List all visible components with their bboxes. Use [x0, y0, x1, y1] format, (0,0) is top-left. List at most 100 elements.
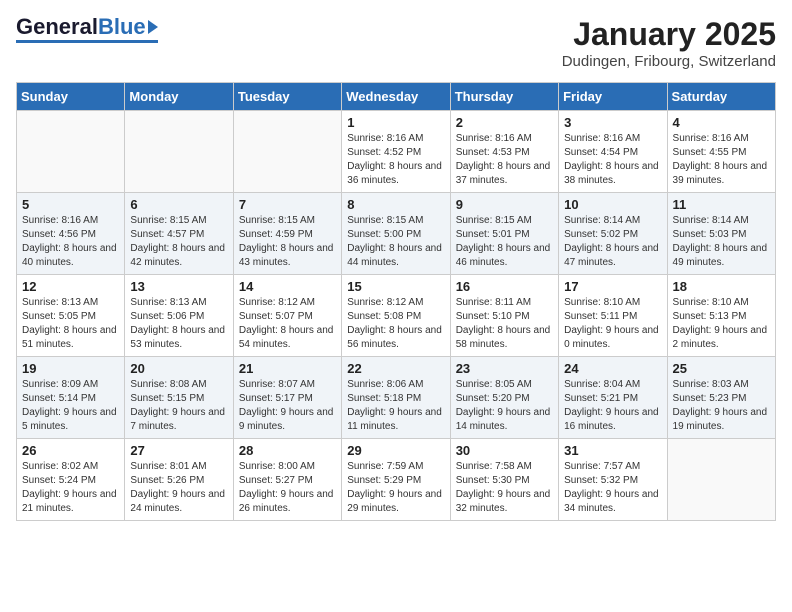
day-of-week-header: Friday: [559, 83, 667, 111]
page-header: General Blue January 2025 Dudingen, Frib…: [16, 16, 776, 70]
calendar-day-cell: 1Sunrise: 8:16 AM Sunset: 4:52 PM Daylig…: [342, 111, 450, 193]
day-number: 24: [564, 361, 661, 376]
day-number: 23: [456, 361, 553, 376]
day-info: Sunrise: 8:15 AM Sunset: 5:01 PM Dayligh…: [456, 214, 553, 270]
day-number: 2: [456, 115, 553, 130]
calendar-day-cell: 10 Sunrise: 8:14 AM Sunset: 5:02 PM Dayli…: [559, 193, 667, 275]
day-of-week-header: Wednesday: [342, 83, 450, 111]
day-number: 1: [347, 115, 444, 130]
day-number: 27: [130, 443, 227, 458]
calendar-day-cell: 23 Sunrise: 8:05 AM Sunset: 5:20 PM Dayli…: [450, 357, 558, 439]
calendar-day-cell: 29 Sunrise: 7:59 AM Sunset: 5:29 PM Dayli…: [342, 439, 450, 521]
logo-blue-text: Blue: [98, 16, 146, 38]
calendar-day-cell: [17, 111, 125, 193]
day-number: 5: [22, 197, 119, 212]
day-info: Sunrise: 8:09 AM Sunset: 5:14 PM Dayligh…: [22, 378, 119, 434]
day-info: Sunrise: 8:15 AM Sunset: 4:59 PM Dayligh…: [239, 214, 336, 270]
calendar-week-row: 1Sunrise: 8:16 AM Sunset: 4:52 PM Daylig…: [17, 111, 776, 193]
calendar-day-cell: 4 Sunrise: 8:16 AM Sunset: 4:55 PM Daylig…: [667, 111, 775, 193]
day-info: Sunrise: 8:01 AM Sunset: 5:26 PM Dayligh…: [130, 460, 227, 516]
calendar-header-row: SundayMondayTuesdayWednesdayThursdayFrid…: [17, 83, 776, 111]
day-number: 3: [564, 115, 661, 130]
day-number: 30: [456, 443, 553, 458]
calendar-day-cell: 12 Sunrise: 8:13 AM Sunset: 5:05 PM Dayli…: [17, 275, 125, 357]
day-number: 15: [347, 279, 444, 294]
month-title: January 2025: [562, 16, 776, 53]
logo: General Blue: [16, 16, 158, 43]
day-info: Sunrise: 8:15 AM Sunset: 4:57 PM Dayligh…: [130, 214, 227, 270]
day-of-week-header: Sunday: [17, 83, 125, 111]
logo-triangle-icon: [148, 20, 158, 34]
day-info: Sunrise: 8:16 AM Sunset: 4:56 PM Dayligh…: [22, 214, 119, 270]
calendar-day-cell: 9 Sunrise: 8:15 AM Sunset: 5:01 PM Daylig…: [450, 193, 558, 275]
calendar-table: SundayMondayTuesdayWednesdayThursdayFrid…: [16, 82, 776, 521]
day-info: Sunrise: 8:05 AM Sunset: 5:20 PM Dayligh…: [456, 378, 553, 434]
day-info: Sunrise: 8:16 AM Sunset: 4:55 PM Dayligh…: [673, 132, 770, 188]
day-info: Sunrise: 7:58 AM Sunset: 5:30 PM Dayligh…: [456, 460, 553, 516]
day-info: Sunrise: 8:07 AM Sunset: 5:17 PM Dayligh…: [239, 378, 336, 434]
calendar-day-cell: 18Sunrise: 8:10 AM Sunset: 5:13 PM Dayli…: [667, 275, 775, 357]
calendar-day-cell: 26Sunrise: 8:02 AM Sunset: 5:24 PM Dayli…: [17, 439, 125, 521]
calendar-day-cell: 20 Sunrise: 8:08 AM Sunset: 5:15 PM Dayli…: [125, 357, 233, 439]
day-number: 13: [130, 279, 227, 294]
calendar-day-cell: [125, 111, 233, 193]
calendar-week-row: 26Sunrise: 8:02 AM Sunset: 5:24 PM Dayli…: [17, 439, 776, 521]
day-number: 7: [239, 197, 336, 212]
day-info: Sunrise: 8:06 AM Sunset: 5:18 PM Dayligh…: [347, 378, 444, 434]
day-info: Sunrise: 7:59 AM Sunset: 5:29 PM Dayligh…: [347, 460, 444, 516]
calendar-day-cell: 22 Sunrise: 8:06 AM Sunset: 5:18 PM Dayli…: [342, 357, 450, 439]
day-info: Sunrise: 8:14 AM Sunset: 5:02 PM Dayligh…: [564, 214, 661, 270]
day-number: 26: [22, 443, 119, 458]
title-section: January 2025 Dudingen, Fribourg, Switzer…: [562, 16, 776, 70]
calendar-day-cell: 5 Sunrise: 8:16 AM Sunset: 4:56 PM Daylig…: [17, 193, 125, 275]
day-number: 31: [564, 443, 661, 458]
calendar-day-cell: [233, 111, 341, 193]
day-info: Sunrise: 8:08 AM Sunset: 5:15 PM Dayligh…: [130, 378, 227, 434]
day-info: Sunrise: 8:00 AM Sunset: 5:27 PM Dayligh…: [239, 460, 336, 516]
day-number: 9: [456, 197, 553, 212]
day-info: Sunrise: 8:10 AM Sunset: 5:11 PM Dayligh…: [564, 296, 661, 352]
day-number: 22: [347, 361, 444, 376]
day-number: 17: [564, 279, 661, 294]
calendar-day-cell: 27 Sunrise: 8:01 AM Sunset: 5:26 PM Dayli…: [125, 439, 233, 521]
day-info: Sunrise: 8:11 AM Sunset: 5:10 PM Dayligh…: [456, 296, 553, 352]
calendar-week-row: 12 Sunrise: 8:13 AM Sunset: 5:05 PM Dayli…: [17, 275, 776, 357]
day-info: Sunrise: 8:14 AM Sunset: 5:03 PM Dayligh…: [673, 214, 770, 270]
day-number: 12: [22, 279, 119, 294]
calendar-week-row: 19Sunrise: 8:09 AM Sunset: 5:14 PM Dayli…: [17, 357, 776, 439]
logo-general-text: General: [16, 16, 98, 38]
day-number: 20: [130, 361, 227, 376]
day-number: 18: [673, 279, 770, 294]
calendar-day-cell: 6Sunrise: 8:15 AM Sunset: 4:57 PM Daylig…: [125, 193, 233, 275]
day-number: 28: [239, 443, 336, 458]
calendar-day-cell: 28 Sunrise: 8:00 AM Sunset: 5:27 PM Dayli…: [233, 439, 341, 521]
day-info: Sunrise: 8:16 AM Sunset: 4:54 PM Dayligh…: [564, 132, 661, 188]
day-info: Sunrise: 8:13 AM Sunset: 5:05 PM Dayligh…: [22, 296, 119, 352]
calendar-day-cell: 19Sunrise: 8:09 AM Sunset: 5:14 PM Dayli…: [17, 357, 125, 439]
calendar-day-cell: 16 Sunrise: 8:11 AM Sunset: 5:10 PM Dayli…: [450, 275, 558, 357]
day-number: 16: [456, 279, 553, 294]
calendar-day-cell: 17 Sunrise: 8:10 AM Sunset: 5:11 PM Dayli…: [559, 275, 667, 357]
logo-underline: [16, 40, 158, 43]
day-info: Sunrise: 8:04 AM Sunset: 5:21 PM Dayligh…: [564, 378, 661, 434]
calendar-day-cell: 21 Sunrise: 8:07 AM Sunset: 5:17 PM Dayli…: [233, 357, 341, 439]
calendar-day-cell: 3 Sunrise: 8:16 AM Sunset: 4:54 PM Daylig…: [559, 111, 667, 193]
location: Dudingen, Fribourg, Switzerland: [562, 53, 776, 70]
calendar-day-cell: [667, 439, 775, 521]
day-of-week-header: Thursday: [450, 83, 558, 111]
calendar-week-row: 5 Sunrise: 8:16 AM Sunset: 4:56 PM Daylig…: [17, 193, 776, 275]
day-info: Sunrise: 8:15 AM Sunset: 5:00 PM Dayligh…: [347, 214, 444, 270]
day-number: 25: [673, 361, 770, 376]
calendar-day-cell: 14 Sunrise: 8:12 AM Sunset: 5:07 PM Dayli…: [233, 275, 341, 357]
calendar-day-cell: 13Sunrise: 8:13 AM Sunset: 5:06 PM Dayli…: [125, 275, 233, 357]
day-number: 8: [347, 197, 444, 212]
day-number: 11: [673, 197, 770, 212]
day-of-week-header: Monday: [125, 83, 233, 111]
day-number: 14: [239, 279, 336, 294]
day-number: 4: [673, 115, 770, 130]
day-number: 21: [239, 361, 336, 376]
day-of-week-header: Tuesday: [233, 83, 341, 111]
day-number: 10: [564, 197, 661, 212]
day-number: 29: [347, 443, 444, 458]
day-info: Sunrise: 8:12 AM Sunset: 5:07 PM Dayligh…: [239, 296, 336, 352]
